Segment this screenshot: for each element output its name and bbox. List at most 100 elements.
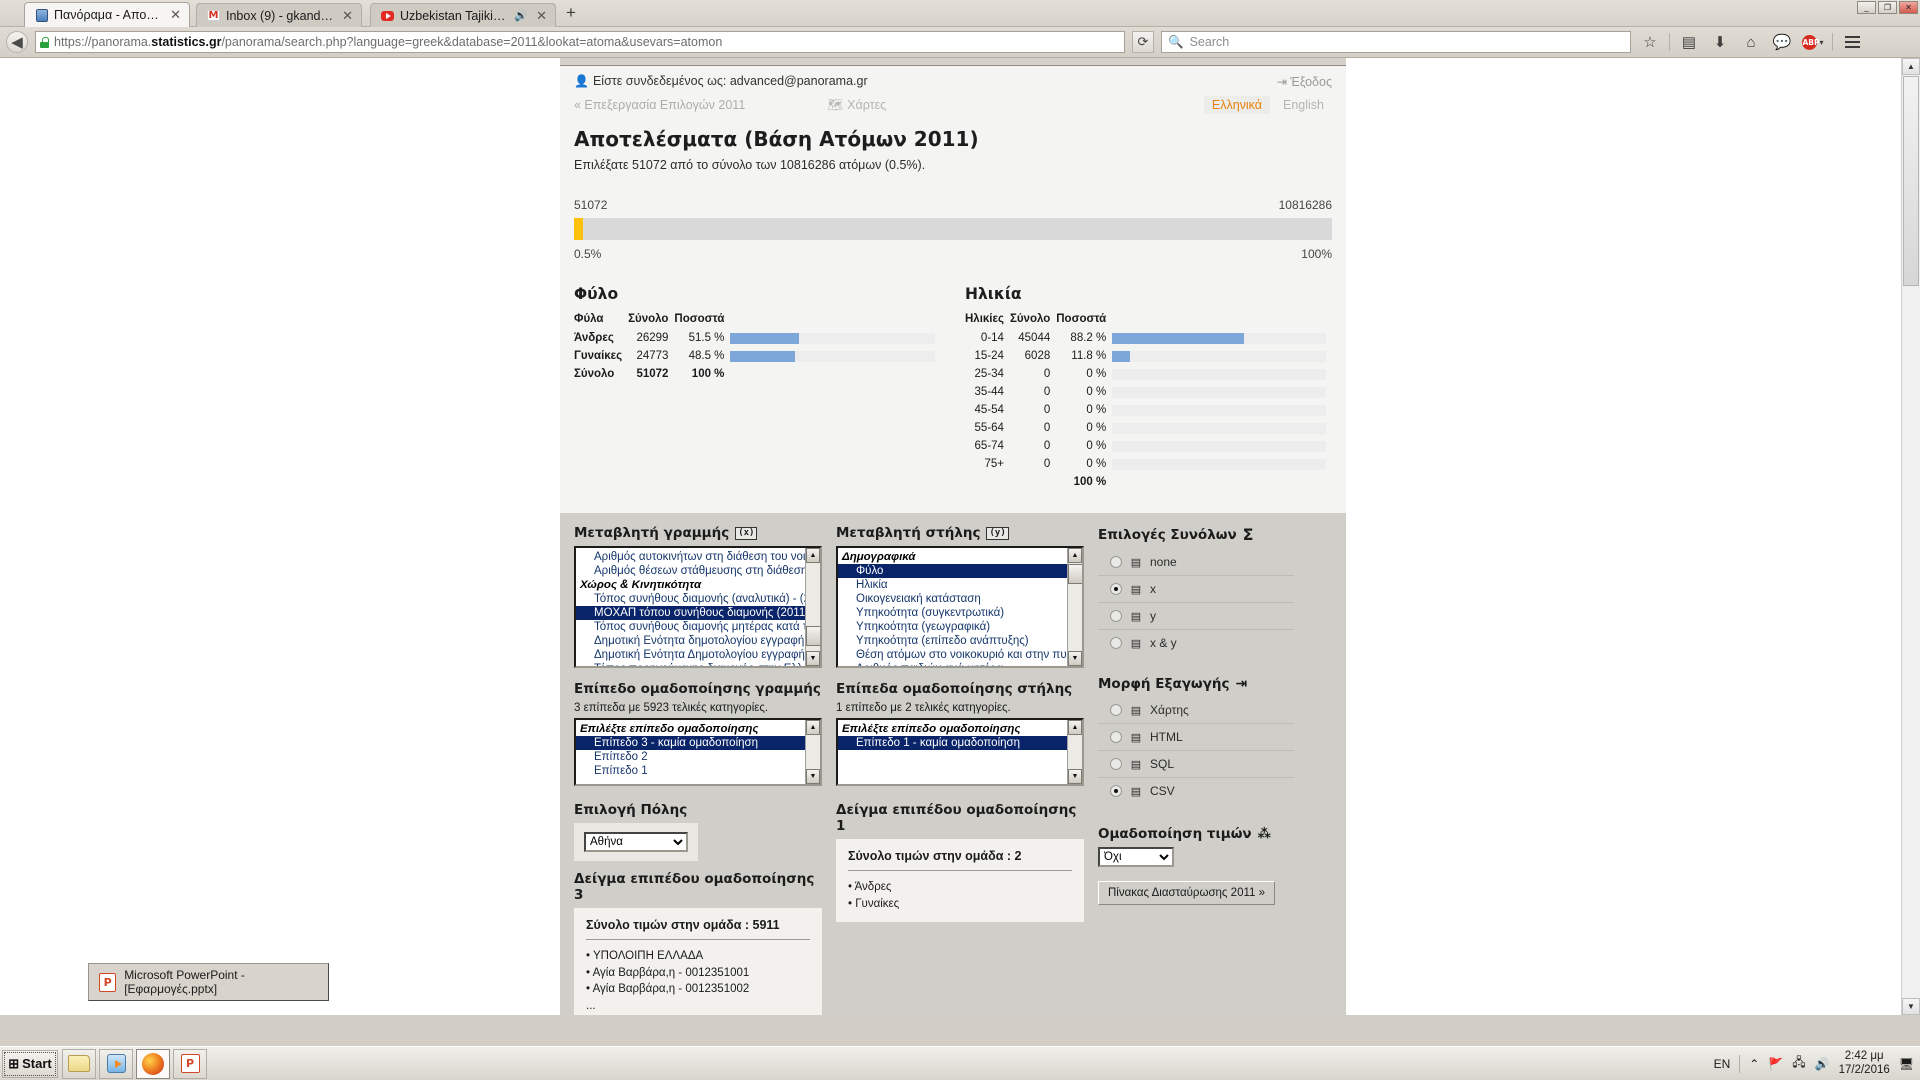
totals-option-y[interactable]: ▤ y [1098,603,1294,630]
radio-button[interactable] [1110,610,1122,622]
scroll-down-icon[interactable]: ▼ [1068,651,1082,666]
radio-button[interactable] [1110,583,1122,595]
network-icon[interactable]: 🖧 [1792,1053,1805,1074]
browser-tab-0[interactable]: Πανόραμα - Αποτελέσματα Βά... ✕ [24,2,190,27]
col-variable-option[interactable]: Υπηκοότητα (συγκεντρωτικά) [838,606,1067,620]
show-hidden-icon[interactable]: ⌃ [1749,1057,1759,1071]
powerpoint-window-button[interactable]: P Microsoft PowerPoint - [Εφαρμογές.pptx… [88,963,329,1001]
row-variable-option[interactable]: Αριθμός αυτοκινήτων στη διάθεση του νοικ [576,550,805,564]
export-option--[interactable]: ▤ Χάρτης [1098,697,1294,724]
edit-selections-link[interactable]: « Επεξεργασία Επιλογών 2011 [574,98,745,112]
scroll-down-icon[interactable]: ▼ [806,651,820,666]
export-option-sql[interactable]: ▤ SQL [1098,751,1294,778]
close-tab-icon[interactable]: ✕ [340,8,355,24]
menu-icon[interactable] [1840,30,1864,54]
col-variable-option[interactable]: Δημογραφικά [838,550,1067,564]
col-variable-option[interactable]: Θέση ατόμων στο νοικοκυριό και στην πυρ [838,648,1067,662]
listbox-scrollbar[interactable]: ▲ ▼ [805,548,820,666]
row-grouping-option[interactable]: Επίπεδο 3 - καμία ομαδοποίηση [576,736,805,750]
browser-tab-2[interactable]: Uzbekistan Tajikistan Geo... 🔊 ✕ [370,3,556,27]
radio-button[interactable] [1110,758,1122,770]
col-variable-listbox[interactable]: Δημογραφικά Φύλο Ηλικία Οικογενειακή κατάστ… [836,546,1084,668]
row-grouping-listbox[interactable]: Επιλέξτε επίπεδο ομαδοποίησης Επίπεδο 3 -… [574,718,822,786]
reader-icon[interactable]: ▤ [1677,30,1701,54]
totals-option-x-y[interactable]: ▤ x & y [1098,630,1294,656]
url-bar[interactable]: https://panorama.statistics.gr/panorama/… [35,31,1125,53]
tab-audio-icon[interactable]: 🔊 [514,9,528,22]
export-option-csv[interactable]: ▤ CSV [1098,778,1294,804]
radio-button[interactable] [1110,637,1122,649]
media-player-icon[interactable] [99,1048,133,1079]
powerpoint-icon[interactable]: P [173,1048,207,1079]
tray-language[interactable]: EN [1714,1057,1731,1071]
search-input[interactable]: 🔍 Search [1161,31,1631,53]
totals-option-none[interactable]: ▤ none [1098,549,1294,576]
radio-button[interactable] [1110,785,1122,797]
logout-link[interactable]: ⇥ Έξοδος [1277,74,1332,90]
row-variable-option[interactable]: Τόπος συνήθους διαμονής μητέρας κατά τη [576,620,805,634]
minimize-button[interactable]: _ [1857,1,1876,14]
home-icon[interactable]: ⌂ [1739,30,1763,54]
listbox-scrollbar[interactable]: ▲ ▼ [805,720,820,784]
row-variable-option[interactable]: Τόπος συνήθους διαμονής (αναλυτικά) - (2 [576,592,805,606]
maximize-button[interactable]: ❐ [1878,1,1897,14]
col-variable-option[interactable]: Υπηκοότητα (επίπεδο ανάπτυξης) [838,634,1067,648]
adblock-icon[interactable]: ABP ▾ [1801,30,1825,54]
close-tab-icon[interactable]: ✕ [534,8,549,24]
explorer-icon[interactable] [62,1048,96,1079]
radio-button[interactable] [1110,731,1122,743]
page-scrollbar[interactable]: ▲ ▼ [1901,58,1920,1015]
scroll-down-icon[interactable]: ▼ [1902,998,1920,1015]
col-grouping-option[interactable]: Επίπεδο 1 - καμία ομαδοποίηση [838,736,1067,750]
scroll-down-icon[interactable]: ▼ [806,769,820,784]
scroll-up-icon[interactable]: ▲ [806,548,820,563]
listbox-scrollbar[interactable]: ▲ ▼ [1067,720,1082,784]
scroll-down-icon[interactable]: ▼ [1068,769,1082,784]
row-grouping-option[interactable]: Επίπεδο 1 [576,764,805,778]
totals-option-x[interactable]: ▤ x [1098,576,1294,603]
row-variable-option[interactable]: ΜΟΧΑΠ τόπου συνήθους διαμονής (2011) [576,606,805,620]
security-alert-icon[interactable]: 🚩 [1768,1057,1783,1071]
chat-icon[interactable]: 💬 [1770,30,1794,54]
close-tab-icon[interactable]: ✕ [168,7,183,23]
listbox-scrollbar[interactable]: ▲ ▼ [1067,548,1082,666]
back-button[interactable]: ◀ [6,31,28,53]
col-variable-option[interactable]: Οικογενειακή κατάσταση [838,592,1067,606]
volume-icon[interactable]: 🔊 [1815,1057,1830,1071]
scroll-up-icon[interactable]: ▲ [1902,58,1920,75]
value-grouping-select[interactable]: Όχι [1098,847,1174,867]
radio-button[interactable] [1110,556,1122,568]
downloads-icon[interactable]: ⬇ [1708,30,1732,54]
col-variable-option[interactable]: Υπηκοότητα (γεωγραφικά) [838,620,1067,634]
row-grouping-option[interactable]: Επίπεδο 2 [576,750,805,764]
firefox-icon[interactable] [136,1048,170,1079]
browser-tab-1[interactable]: M Inbox (9) - gkandyl@gmail.co... ✕ [196,3,362,27]
radio-button[interactable] [1110,704,1122,716]
start-button[interactable]: ⊞ Start [2,1049,58,1078]
maps-link[interactable]: 🗺 Χάρτες [827,98,886,113]
export-option-html[interactable]: ▤ HTML [1098,724,1294,751]
clock[interactable]: 2:42 μμ 17/2/2016 [1839,1050,1890,1076]
city-select[interactable]: Αθήνα [584,832,688,852]
lang-greek-link[interactable]: Ελληνικά [1203,96,1270,114]
submit-crosstab-button[interactable]: Πίνακας Διασταύρωσης 2011 » [1098,881,1275,905]
scroll-up-icon[interactable]: ▲ [1068,548,1082,563]
close-window-button[interactable]: ✕ [1899,1,1918,14]
row-variable-option[interactable]: Χώρος & Κινητικότητα [576,578,805,592]
show-desktop-icon[interactable]: 🖥 [1899,1057,1914,1071]
scroll-up-icon[interactable]: ▲ [1068,720,1082,735]
col-variable-option[interactable]: Φύλο [838,564,1067,578]
row-variable-option[interactable]: Αριθμός θέσεων στάθμευσης στη διάθεση τ [576,564,805,578]
col-grouping-listbox[interactable]: Επιλέξτε επίπεδο ομαδοποίησης Επίπεδο 1 -… [836,718,1084,786]
reload-button[interactable]: ⟳ [1132,31,1154,53]
scroll-up-icon[interactable]: ▲ [806,720,820,735]
scrollbar-thumb[interactable] [1068,564,1082,584]
bookmark-star-icon[interactable]: ☆ [1638,30,1662,54]
row-variable-listbox[interactable]: Αριθμός αυτοκινήτων στη διάθεση του νοικ… [574,546,822,668]
scrollbar-thumb[interactable] [806,626,820,646]
page-scrollbar-thumb[interactable] [1903,76,1919,286]
col-variable-option[interactable]: Αριθμός παιδιών ανά μητέρα [838,662,1067,666]
new-tab-button[interactable]: + [566,4,576,21]
row-variable-option[interactable]: Δημοτική Ενότητα Δημοτολογίου εγγραφή [576,648,805,662]
lang-english-link[interactable]: English [1275,96,1332,114]
